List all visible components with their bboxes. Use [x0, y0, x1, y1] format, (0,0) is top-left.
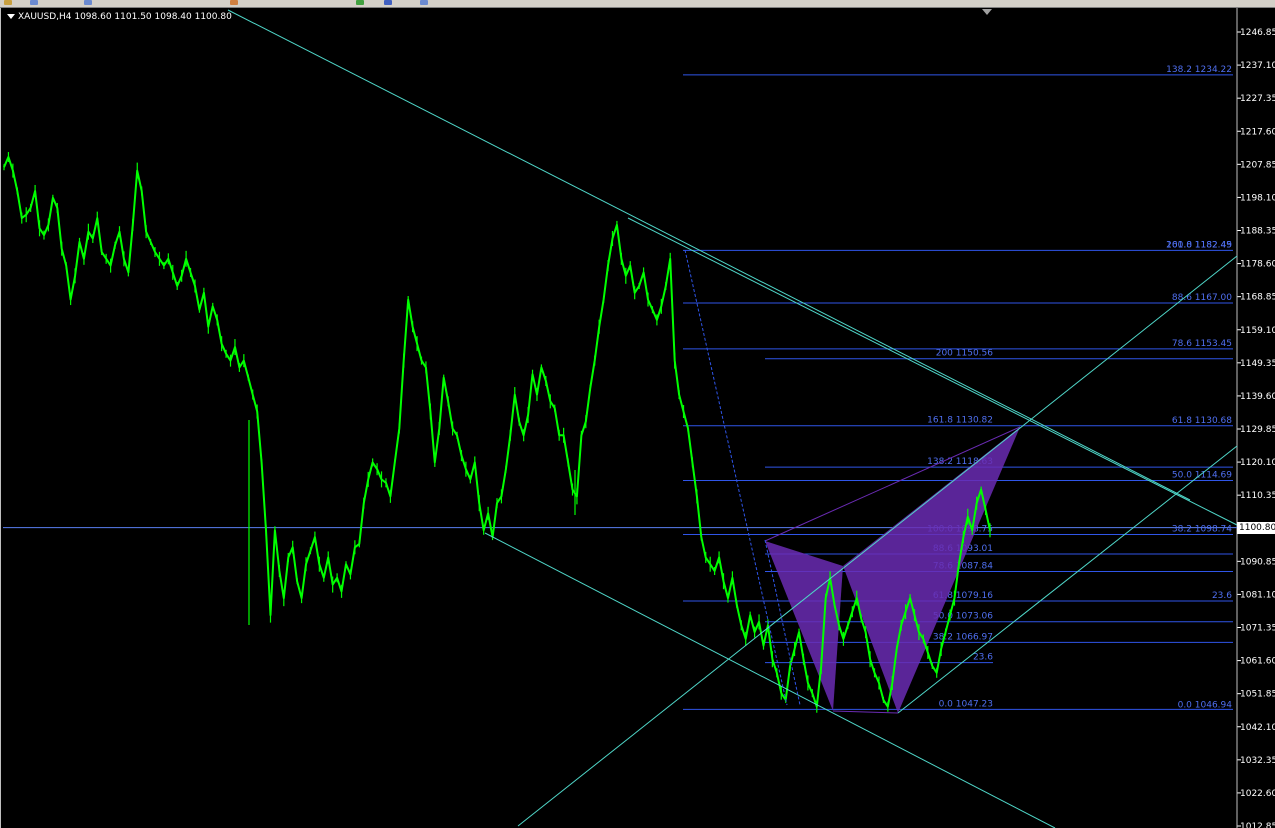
y-tick-label: 1061.60 — [1240, 657, 1275, 667]
fib-level-label: 38.2 1066.97 — [933, 632, 993, 642]
y-tick-label: 1217.60 — [1240, 127, 1275, 137]
fib-level-label: 23.6 — [1212, 591, 1232, 601]
symbol-info: XAUUSD,H4 1098.60 1101.50 1098.40 1100.8… — [7, 12, 232, 22]
y-tick-label: 1227.35 — [1240, 94, 1275, 104]
y-tick-label: 1149.35 — [1240, 359, 1275, 369]
pattern-triangle-bcd — [843, 427, 1020, 713]
y-tick-label: 1246.85 — [1240, 28, 1275, 38]
fib-level-label: 23.6 — [973, 653, 993, 663]
y-tick-label: 1022.60 — [1240, 789, 1275, 799]
y-tick-label: 1120.10 — [1240, 458, 1275, 468]
dashed-fib-line — [684, 249, 788, 706]
fib-level-label: 38.2 1098.74 — [1172, 525, 1232, 535]
y-tick-label: 1168.85 — [1240, 293, 1275, 303]
y-tick-label: 1032.35 — [1240, 756, 1275, 766]
y-tick-label: 1110.35 — [1240, 491, 1275, 501]
y-tick-label: 1237.10 — [1240, 61, 1275, 71]
fib-level-label: 78.6 1153.45 — [1172, 339, 1232, 349]
y-tick-label: 1071.35 — [1240, 624, 1275, 634]
y-tick-label: 1129.85 — [1240, 425, 1275, 435]
y-tick-label: 1090.85 — [1240, 557, 1275, 567]
fib-level-label: 0.0 1046.94 — [1178, 700, 1233, 710]
fib-level-label: 61.8 1130.68 — [1172, 416, 1232, 426]
current-price-label: 1100.80 — [1237, 521, 1275, 534]
fib-level-label: 0.0 1047.23 — [939, 699, 993, 709]
y-tick-label: 1081.10 — [1240, 590, 1275, 600]
chart-title: XAUUSD,H4 1098.60 1101.50 1098.40 1100.8… — [18, 12, 232, 22]
y-tick-label: 1139.60 — [1240, 392, 1275, 402]
y-tick-label: 1051.85 — [1240, 690, 1275, 700]
chart-shift-marker-icon[interactable] — [982, 9, 992, 15]
y-tick-label: 1178.60 — [1240, 260, 1275, 270]
y-tick-label: 1159.10 — [1240, 326, 1275, 336]
y-tick-label: 1012.85 — [1240, 822, 1275, 828]
fib-level-label: 88.6 1167.00 — [1172, 293, 1232, 303]
trendline — [517, 255, 1238, 827]
fib-level-label: 100.0 1182.45 — [1166, 240, 1232, 250]
fib-level-label: 161.8 1130.82 — [927, 416, 993, 426]
y-tick-label: 1198.10 — [1240, 193, 1275, 203]
dropdown-arrow-icon[interactable] — [7, 14, 15, 19]
fib-level-label: 138.2 1234.22 — [1166, 65, 1232, 75]
y-tick-label: 1188.35 — [1240, 227, 1275, 237]
y-tick-label: 1207.85 — [1240, 160, 1275, 170]
fib-level-label: 200 1150.56 — [936, 349, 994, 359]
price-chart[interactable]: 1246.85 1237.10 1227.35 1217.60 1207.85 1198.… — [0, 0, 1275, 828]
fib-level-label: 50.0 1073.06 — [933, 612, 993, 622]
fib-level-label: 50.0 1114.69 — [1172, 470, 1232, 480]
y-tick-label: 1042.10 — [1240, 723, 1275, 733]
pattern-triangle-xab — [765, 541, 843, 711]
price-series-line — [3, 156, 991, 708]
trendline — [627, 217, 1238, 526]
trendline — [227, 9, 1191, 501]
